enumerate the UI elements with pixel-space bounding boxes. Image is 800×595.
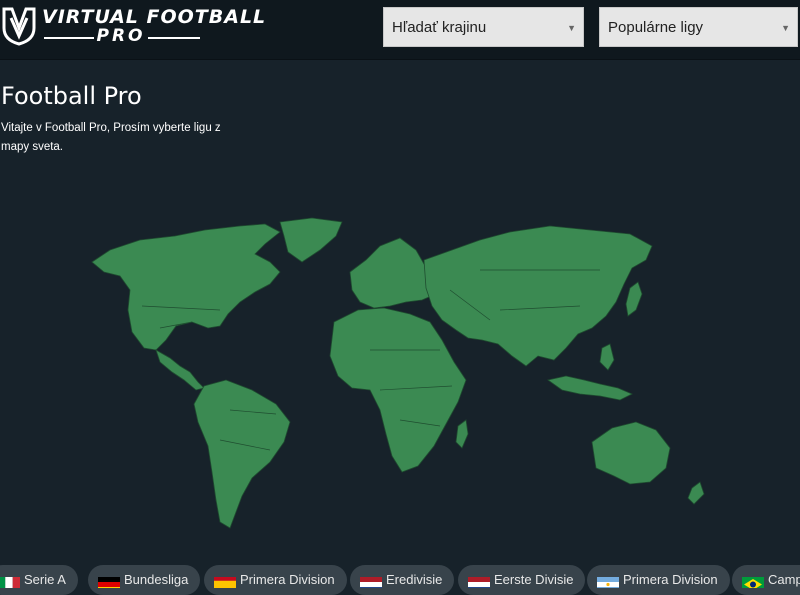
league-chip-label: Bundesliga — [124, 572, 189, 587]
country-select-value: Hľadať krajinu — [392, 19, 487, 36]
logo-shield-icon — [2, 7, 36, 46]
map-region-central-america[interactable] — [155, 349, 205, 391]
league-chip-bundesliga[interactable]: Bundesliga — [88, 565, 201, 595]
italy-flag-icon — [0, 573, 20, 588]
map-region-japan[interactable] — [625, 281, 643, 317]
netherlands-flag-icon — [360, 573, 382, 588]
league-chip-primera-division-argentina[interactable]: Primera Division — [587, 565, 730, 595]
map-region-australia[interactable] — [591, 421, 671, 485]
map-region-philippines[interactable] — [599, 343, 615, 371]
logo-text-main: VIRTUAL FOOTBALL — [42, 6, 267, 28]
league-chip-primera-division-spain[interactable]: Primera Division — [204, 565, 347, 595]
logo-rule-right — [148, 37, 200, 39]
league-chip-bar: Serie A Bundesliga Primera Division Ered… — [0, 563, 800, 595]
league-chip-label: Serie A — [24, 572, 66, 587]
map-region-south-america[interactable] — [193, 379, 291, 529]
caret-down-icon: ▼ — [567, 23, 576, 33]
netherlands-flag-icon — [468, 573, 490, 588]
map-region-north-america[interactable] — [91, 223, 281, 351]
map-region-new-zealand[interactable] — [687, 481, 705, 505]
league-chip-eerste-divisie[interactable]: Eerste Divisie — [458, 565, 586, 595]
popular-leagues-select[interactable]: Populárne ligy ▼ — [599, 7, 798, 47]
spain-flag-icon — [214, 573, 236, 588]
logo[interactable]: VIRTUAL FOOTBALL PRO — [2, 4, 265, 48]
world-map[interactable] — [80, 210, 760, 540]
league-chip-serie-a[interactable]: Serie A — [0, 565, 78, 595]
league-select-value: Populárne ligy — [608, 19, 704, 36]
league-chip-label: Primera Division — [240, 572, 335, 587]
caret-down-icon: ▼ — [781, 23, 790, 33]
map-region-madagascar[interactable] — [455, 419, 469, 449]
map-region-greenland[interactable] — [279, 217, 343, 263]
map-region-indonesia[interactable] — [547, 375, 633, 401]
league-chip-brazil[interactable]: Camp — [732, 565, 800, 595]
league-chip-label: Eredivisie — [386, 572, 443, 587]
country-search-select[interactable]: Hľadať krajinu ▼ — [383, 7, 584, 47]
league-chip-label: Camp — [768, 572, 800, 587]
league-chip-label: Eerste Divisie — [494, 572, 574, 587]
league-chip-label: Primera Division — [623, 572, 718, 587]
map-region-africa[interactable] — [329, 307, 467, 473]
germany-flag-icon — [98, 573, 120, 588]
brazil-flag-icon — [742, 573, 764, 588]
page-subtitle: Vitajte v Football Pro, Prosím vyberte l… — [1, 122, 221, 153]
top-bar: VIRTUAL FOOTBALL PRO Hľadať krajinu ▼ Po… — [0, 0, 800, 60]
page-title: Football Pro — [1, 82, 142, 110]
logo-text-sub: PRO — [96, 26, 146, 46]
league-chip-eredivisie[interactable]: Eredivisie — [350, 565, 455, 595]
argentina-flag-icon — [597, 573, 619, 588]
